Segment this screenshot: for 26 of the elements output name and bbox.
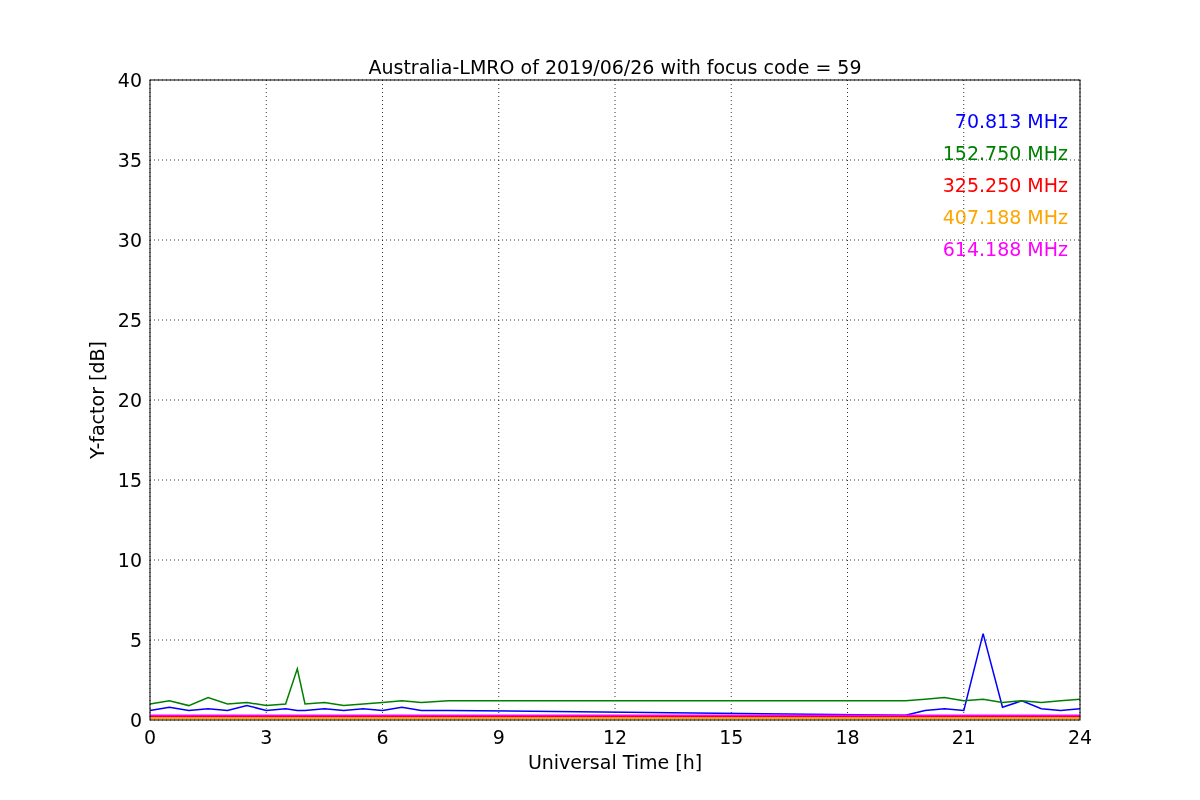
tick-label: 10 [117,549,142,571]
tick-label: 24 [1067,726,1093,748]
tick-label: 15 [117,469,142,491]
tick-label: 35 [117,149,142,171]
tick-label: 0 [129,709,142,731]
legend-label: 614.188 MHz [942,238,1068,260]
tick-label: 6 [376,726,389,748]
tick-label: 25 [117,309,142,331]
tick-label: 40 [117,69,142,91]
tick-label: 30 [117,229,142,251]
tick-label: 9 [492,726,505,748]
legend-label: 325.250 MHz [942,174,1068,196]
tick-label: 20 [117,389,142,411]
legend-label: 407.188 MHz [942,206,1068,228]
legend-label: 70.813 MHz [954,110,1068,132]
tick-label: 5 [129,629,142,651]
tick-label: 12 [602,726,628,748]
tick-label: 18 [835,726,860,748]
chart-title: Australia-LMRO of 2019/06/26 with focus code = 59 [368,56,862,78]
axis-label: Universal Time [h] [527,751,703,773]
tick-label: 3 [260,726,273,748]
axis-label: Y-factor [dB] [86,341,108,459]
tick-label: 21 [951,726,976,748]
tick-label: 15 [719,726,744,748]
legend-label: 152.750 MHz [942,142,1068,164]
tick-label: 0 [143,726,157,748]
